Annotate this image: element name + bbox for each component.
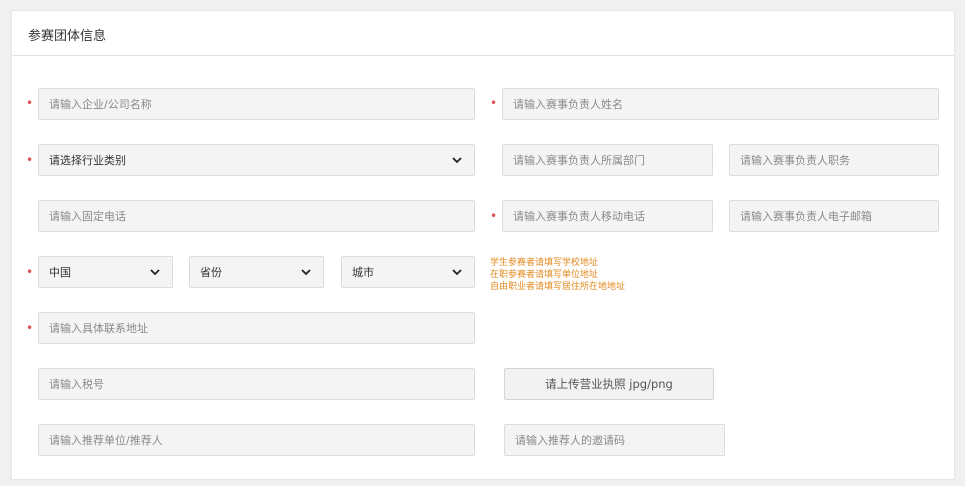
- upload-license-button[interactable]: 请上传营业执照 jpg/png: [504, 368, 714, 400]
- city-select-value: 城市: [352, 266, 374, 279]
- required-mark: •: [26, 265, 34, 279]
- required-mark: •: [26, 153, 34, 167]
- leader-department-input[interactable]: [502, 144, 713, 176]
- team-info-panel: 参赛团体信息: [11, 10, 955, 480]
- leader-name-input[interactable]: [502, 88, 939, 120]
- upload-license-label: 请上传营业执照 jpg/png: [545, 377, 673, 391]
- landline-input[interactable]: [38, 200, 475, 232]
- address-hint-line: 学生参赛者请填写学校地址: [490, 258, 599, 268]
- required-mark: •: [26, 321, 34, 335]
- chevron-down-icon: [150, 269, 160, 276]
- required-mark: •: [490, 209, 498, 223]
- chevron-down-icon: [301, 269, 311, 276]
- leader-email-input[interactable]: [729, 200, 939, 232]
- leader-mobile-input[interactable]: [502, 200, 713, 232]
- province-select[interactable]: 省份: [189, 256, 324, 288]
- chevron-down-icon: [452, 157, 462, 164]
- panel-header: 参赛团体信息: [12, 11, 954, 56]
- industry-select[interactable]: 请选择行业类别: [38, 144, 475, 176]
- chevron-down-icon: [452, 269, 462, 276]
- company-name-input[interactable]: [38, 88, 475, 120]
- country-select-value: 中国: [49, 266, 71, 279]
- address-input[interactable]: [38, 312, 475, 344]
- address-hint: 学生参赛者请填写学校地址 在职参赛者请填写单位地址 自由职业者请填写居住所在地地…: [490, 257, 625, 293]
- invite-code-input[interactable]: [504, 424, 725, 456]
- tax-number-input[interactable]: [38, 368, 475, 400]
- required-mark: •: [26, 96, 34, 110]
- required-mark: •: [490, 96, 498, 110]
- leader-title-input[interactable]: [729, 144, 939, 176]
- industry-select-value: 请选择行业类别: [49, 154, 126, 167]
- country-select[interactable]: 中国: [38, 256, 173, 288]
- city-select[interactable]: 城市: [341, 256, 475, 288]
- address-hint-line: 在职参赛者请填写单位地址: [490, 270, 599, 280]
- province-select-value: 省份: [200, 266, 222, 279]
- panel-title: 参赛团体信息: [28, 29, 107, 44]
- referrer-input[interactable]: [38, 424, 475, 456]
- address-hint-line: 自由职业者请填写居住所在地地址: [490, 282, 626, 292]
